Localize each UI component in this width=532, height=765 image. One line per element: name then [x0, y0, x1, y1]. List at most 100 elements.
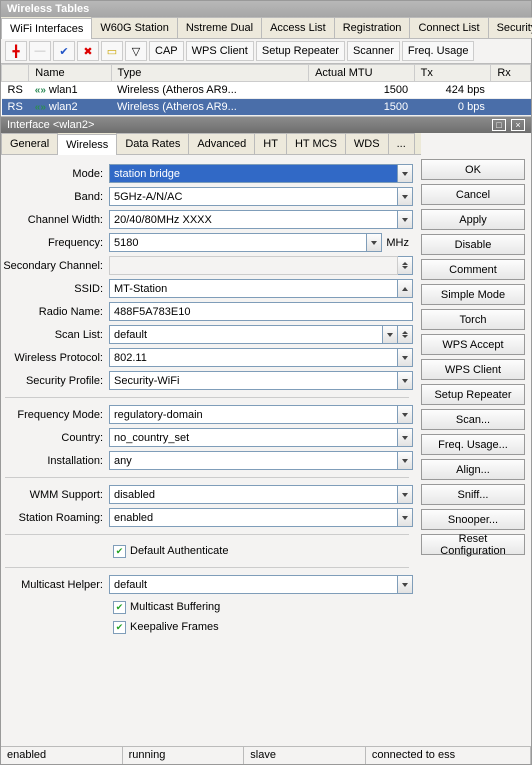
scanner-button[interactable]: Scanner [347, 41, 400, 61]
channel-width-dropdown[interactable] [398, 210, 413, 229]
channel-width-input[interactable]: 20/40/80MHz XXXX [109, 210, 398, 229]
installation-dropdown[interactable] [398, 451, 413, 470]
setup-repeater-button[interactable]: Setup Repeater [256, 41, 345, 61]
wireless-icon: «» [35, 102, 46, 113]
col-tx[interactable]: Tx [414, 65, 491, 82]
restore-icon[interactable]: □ [492, 119, 506, 131]
row-name: «»wlan1 [29, 82, 111, 99]
security-profile-dropdown[interactable] [398, 371, 413, 390]
tab-wireless[interactable]: Wireless [57, 134, 117, 155]
col-flag[interactable] [2, 65, 29, 82]
scan-list-input[interactable]: default [109, 325, 383, 344]
scan-list-spinner[interactable] [398, 325, 413, 344]
frequency-input[interactable]: 5180 [109, 233, 367, 252]
ok-button[interactable]: OK [421, 159, 525, 180]
filter-button[interactable]: ▽ [125, 41, 147, 61]
country-input[interactable]: no_country_set [109, 428, 398, 447]
radio-name-label: Radio Name: [1, 306, 109, 318]
wmm-dropdown[interactable] [398, 485, 413, 504]
security-profile-input[interactable]: Security-WiFi [109, 371, 398, 390]
scan-button[interactable]: Scan... [421, 409, 525, 430]
col-type[interactable]: Type [111, 65, 309, 82]
default-authenticate-checkbox[interactable]: ✔Default Authenticate [113, 541, 413, 561]
frequency-mode-input[interactable]: regulatory-domain [109, 405, 398, 424]
table-row[interactable]: RS «»wlan2 Wireless (Atheros AR9... 1500… [2, 99, 531, 116]
wps-accept-button[interactable]: WPS Accept [421, 334, 525, 355]
secondary-channel-spinner[interactable] [398, 256, 413, 275]
row-type: Wireless (Atheros AR9... [111, 82, 309, 99]
tab-data-rates[interactable]: Data Rates [116, 133, 189, 154]
col-name[interactable]: Name [29, 65, 111, 82]
security-profile-label: Security Profile: [1, 375, 109, 387]
setup-repeater-button-side[interactable]: Setup Repeater [421, 384, 525, 405]
multicast-helper-dropdown[interactable] [398, 575, 413, 594]
freq-usage-button[interactable]: Freq. Usage [402, 41, 475, 61]
installation-input[interactable]: any [109, 451, 398, 470]
wps-client-button[interactable]: WPS Client [186, 41, 254, 61]
wmm-input[interactable]: disabled [109, 485, 398, 504]
scan-list-dropdown[interactable] [383, 325, 398, 344]
tab-ht[interactable]: HT [254, 133, 287, 154]
dialog-title: Interface <wlan2> [7, 119, 94, 131]
sniff-button[interactable]: Sniff... [421, 484, 525, 505]
col-rx[interactable]: Rx [491, 65, 531, 82]
ssid-up-button[interactable] [398, 279, 413, 298]
tab-wds[interactable]: WDS [345, 133, 389, 154]
band-label: Band: [1, 191, 109, 203]
secondary-channel-input[interactable] [109, 256, 398, 275]
apply-button[interactable]: Apply [421, 209, 525, 230]
station-roaming-input[interactable]: enabled [109, 508, 398, 527]
tab-ht-mcs[interactable]: HT MCS [286, 133, 346, 154]
wireless-protocol-input[interactable]: 802.11 [109, 348, 398, 367]
tab-connect-list[interactable]: Connect List [409, 17, 488, 38]
table-row[interactable]: RS «»wlan1 Wireless (Atheros AR9... 1500… [2, 82, 531, 99]
comment-button[interactable]: ▭ [101, 41, 123, 61]
wps-client-button-side[interactable]: WPS Client [421, 359, 525, 380]
multicast-buffering-label: Multicast Buffering [130, 601, 220, 613]
mode-dropdown[interactable] [398, 164, 413, 183]
freq-usage-button-side[interactable]: Freq. Usage... [421, 434, 525, 455]
tab-wifi-interfaces[interactable]: WiFi Interfaces [1, 18, 92, 39]
tab-advanced[interactable]: Advanced [188, 133, 255, 154]
station-roaming-dropdown[interactable] [398, 508, 413, 527]
country-label: Country: [1, 432, 109, 444]
tab-general[interactable]: General [1, 133, 58, 154]
cap-button[interactable]: CAP [149, 41, 184, 61]
disable-button[interactable]: Disable [421, 234, 525, 255]
multicast-buffering-checkbox[interactable]: ✔Multicast Buffering [113, 597, 413, 617]
main-tabs: WiFi Interfaces W60G Station Nstreme Dua… [1, 17, 531, 39]
reset-configuration-button[interactable]: Reset Configuration [421, 534, 525, 555]
enable-button[interactable]: ✔ [53, 41, 75, 61]
country-dropdown[interactable] [398, 428, 413, 447]
tab-registration[interactable]: Registration [334, 17, 411, 38]
remove-button[interactable]: — [29, 41, 51, 61]
comment-button-side[interactable]: Comment [421, 259, 525, 280]
snooper-button[interactable]: Snooper... [421, 509, 525, 530]
disable-button[interactable]: ✖ [77, 41, 99, 61]
band-dropdown[interactable] [398, 187, 413, 206]
ssid-input[interactable]: MT-Station [109, 279, 398, 298]
col-mtu[interactable]: Actual MTU [309, 65, 415, 82]
wireless-protocol-dropdown[interactable] [398, 348, 413, 367]
tab-security-profiles[interactable]: Security Profil [488, 17, 532, 38]
tab-nstreme-dual[interactable]: Nstreme Dual [177, 17, 262, 38]
radio-name-input[interactable]: 488F5A783E10 [109, 302, 413, 321]
tab-access-list[interactable]: Access List [261, 17, 335, 38]
simple-mode-button[interactable]: Simple Mode [421, 284, 525, 305]
frequency-label: Frequency: [1, 237, 109, 249]
tab-more[interactable]: ... [388, 133, 415, 154]
frequency-mode-dropdown[interactable] [398, 405, 413, 424]
add-button[interactable]: ╋ [5, 41, 27, 61]
cancel-button[interactable]: Cancel [421, 184, 525, 205]
status-slave: slave [244, 747, 366, 764]
status-connected: connected to ess [366, 747, 531, 764]
multicast-helper-input[interactable]: default [109, 575, 398, 594]
torch-button[interactable]: Torch [421, 309, 525, 330]
tab-w60g-station[interactable]: W60G Station [91, 17, 177, 38]
band-input[interactable]: 5GHz-A/N/AC [109, 187, 398, 206]
frequency-dropdown[interactable] [367, 233, 382, 252]
align-button[interactable]: Align... [421, 459, 525, 480]
close-icon[interactable]: × [511, 119, 525, 131]
keepalive-frames-checkbox[interactable]: ✔Keepalive Frames [113, 617, 413, 637]
mode-input[interactable]: station bridge [109, 164, 398, 183]
